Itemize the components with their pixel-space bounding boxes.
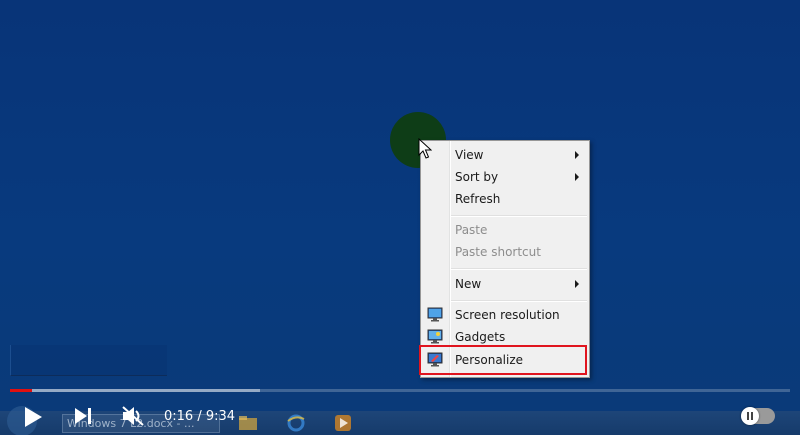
- menu-item-screen-resolution[interactable]: Screen resolution: [421, 304, 589, 326]
- desktop-selection-remnant: [10, 345, 167, 376]
- media-player-icon[interactable]: [334, 414, 352, 432]
- menu-separator: [451, 300, 587, 302]
- next-icon[interactable]: [73, 406, 95, 426]
- pause-icon: [747, 412, 753, 420]
- menu-item-refresh[interactable]: Refresh: [421, 188, 589, 210]
- submenu-arrow-icon: [575, 173, 579, 181]
- menu-item-label: New: [455, 277, 482, 291]
- menu-item-label: Paste shortcut: [455, 245, 541, 259]
- buffered-progress: [10, 389, 260, 392]
- submenu-arrow-icon: [575, 151, 579, 159]
- menu-item-label: Sort by: [455, 170, 499, 184]
- mouse-pointer-icon: [418, 138, 432, 159]
- menu-separator: [451, 268, 587, 270]
- menu-item-label: Refresh: [455, 192, 501, 206]
- menu-item-label: Gadgets: [455, 330, 506, 344]
- desktop-context-menu: View Sort by Refresh Paste Paste shortcu…: [420, 140, 590, 378]
- menu-item-paste[interactable]: Paste: [421, 219, 589, 241]
- internet-explorer-icon[interactable]: [286, 413, 306, 433]
- autoplay-toggle[interactable]: [741, 407, 775, 425]
- desktop[interactable]: View Sort by Refresh Paste Paste shortcu…: [0, 0, 800, 435]
- menu-item-new[interactable]: New: [421, 273, 589, 295]
- folder-icon[interactable]: [238, 414, 258, 432]
- personalize-highlight-box: [419, 345, 587, 375]
- time-display: 0:16 / 9:34: [164, 409, 236, 424]
- submenu-arrow-icon: [575, 280, 579, 288]
- menu-item-sort-by[interactable]: Sort by: [421, 166, 589, 188]
- video-progress-bar[interactable]: [10, 389, 790, 392]
- menu-item-view[interactable]: View: [421, 144, 589, 166]
- gadgets-icon: [427, 329, 443, 344]
- menu-separator: [451, 215, 587, 217]
- menu-item-label: Paste: [455, 223, 488, 237]
- play-icon[interactable]: [22, 405, 44, 429]
- played-progress: [10, 389, 32, 392]
- menu-item-label: View: [455, 148, 484, 162]
- toggle-knob: [741, 407, 759, 425]
- mute-icon[interactable]: [121, 405, 147, 427]
- menu-item-label: Screen resolution: [455, 308, 560, 322]
- menu-item-paste-shortcut[interactable]: Paste shortcut: [421, 241, 589, 263]
- monitor-icon: [427, 307, 443, 322]
